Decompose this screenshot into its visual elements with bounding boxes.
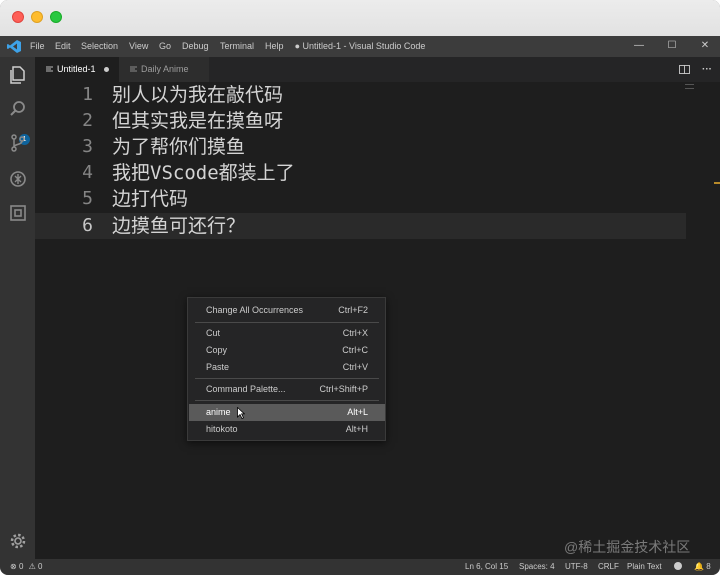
unsaved-dot-icon[interactable] [103, 67, 109, 73]
menu-item-change-all-occurrences[interactable]: Change All Occurrences Ctrl+F2 [189, 302, 385, 319]
error-count: 0 [18, 562, 24, 571]
menu-item-anime[interactable]: anime Alt+L [189, 404, 385, 421]
tab-label: Untitled-1 [57, 64, 96, 74]
menu-item-paste[interactable]: Paste Ctrl+V [189, 359, 385, 376]
split-editor-icon[interactable] [677, 63, 691, 77]
gear-icon[interactable] [8, 531, 28, 551]
line-number: 3 [82, 136, 93, 157]
close-window-button[interactable] [12, 11, 24, 23]
code-line[interactable]: 5 边打代码 [35, 186, 686, 212]
files-icon[interactable] [8, 65, 28, 85]
debug-icon[interactable] [8, 169, 28, 189]
menu-item-label: Command Palette... [206, 384, 286, 394]
line-text[interactable]: 我把VScode都装上了 [112, 160, 295, 186]
preview-icon [130, 66, 137, 72]
more-actions-icon[interactable]: ··· [700, 63, 714, 77]
language-mode[interactable]: Plain Text [627, 559, 662, 575]
line-text[interactable]: 边打代码 [112, 186, 188, 212]
menu-item-copy[interactable]: Copy Ctrl+C [189, 342, 385, 359]
close-icon[interactable]: ✕ [697, 39, 713, 53]
line-number: 1 [82, 84, 93, 105]
line-number: 5 [82, 188, 93, 209]
menu-item-label: Paste [206, 362, 230, 372]
line-text[interactable]: 别人以为我在敲代码 [112, 82, 283, 108]
cursor-position[interactable]: Ln 6, Col 15 [465, 559, 508, 575]
menubar: File Edit Selection View Go Debug Termin… [0, 36, 720, 57]
minimap-icon[interactable] [685, 84, 694, 89]
line-text[interactable]: 但其实我是在摸鱼呀 [112, 108, 283, 134]
menu-divider [195, 400, 379, 401]
notification-count: 8 [706, 562, 711, 571]
menu-item-shortcut: Alt+H [345, 424, 368, 434]
menu-item-cut[interactable]: Cut Ctrl+X [189, 325, 385, 342]
menu-item-command-palette[interactable]: Command Palette... Ctrl+Shift+P [189, 381, 385, 398]
menu-divider [195, 322, 379, 323]
menu-item-label: Copy [206, 345, 228, 355]
code-line-current[interactable]: 6 边摸鱼可还行？ [35, 213, 686, 239]
text-file-icon [46, 66, 53, 72]
code-line[interactable]: 4 我把VScode都装上了 [35, 160, 686, 186]
menu-file[interactable]: File [30, 41, 45, 52]
notifications[interactable]: 🔔 8 [694, 559, 711, 575]
warning-count: 0 [38, 562, 43, 571]
menu-edit[interactable]: Edit [55, 41, 71, 52]
search-icon[interactable] [8, 99, 28, 119]
zoom-window-button[interactable] [50, 11, 62, 23]
menu-item-shortcut: Ctrl+F2 [338, 305, 368, 315]
bell-icon: 🔔 [694, 562, 704, 571]
line-number: 4 [82, 162, 93, 183]
line-ending[interactable]: CRLF [598, 559, 619, 575]
indentation[interactable]: Spaces: 4 [519, 559, 555, 575]
vscode-window: File Edit Selection View Go Debug Termin… [0, 0, 720, 575]
tab-untitled-1[interactable]: Untitled-1 [35, 57, 119, 82]
tab-strip: Untitled-1 Daily Anime ··· [35, 57, 720, 82]
watermark: @稀土掘金技术社区 [564, 539, 691, 555]
scrollbar-marker[interactable] [714, 182, 720, 184]
menu-item-shortcut: Ctrl+V [342, 362, 368, 372]
error-icon: ⊗ [10, 562, 17, 571]
activity-bar: 1 [0, 57, 35, 559]
code-line[interactable]: 2 但其实我是在摸鱼呀 [35, 108, 686, 134]
warning-icon: ⚠ [28, 562, 36, 571]
menu-selection[interactable]: Selection [81, 41, 118, 52]
maximize-icon[interactable]: ☐ [664, 39, 680, 53]
menu-view[interactable]: View [129, 41, 148, 52]
status-bar: ⊗ 0 ⚠ 0 Ln 6, Col 15 Spaces: 4 UTF-8 CRL… [0, 559, 720, 575]
menu-item-shortcut: Alt+L [347, 407, 368, 417]
menu-item-shortcut: Ctrl+C [342, 345, 368, 355]
problems-indicator[interactable]: ⊗ 0 ⚠ 0 [10, 559, 42, 575]
code-line[interactable]: 3 为了帮你们摸鱼 [35, 134, 686, 160]
menu-divider [195, 378, 379, 379]
minimize-window-button[interactable] [31, 11, 43, 23]
menu-item-label: hitokoto [206, 424, 238, 434]
line-number: 6 [82, 215, 93, 236]
menu-go[interactable]: Go [159, 41, 171, 52]
line-number: 2 [82, 110, 93, 131]
feedback-icon[interactable] [674, 559, 682, 575]
context-menu: Change All Occurrences Ctrl+F2 Cut Ctrl+… [187, 297, 386, 441]
menu-item-hitokoto[interactable]: hitokoto Alt+H [189, 421, 385, 438]
tab-label: Daily Anime [141, 64, 189, 74]
source-control-icon[interactable] [8, 133, 28, 153]
vscode-logo-icon [7, 40, 21, 53]
tab-daily-anime[interactable]: Daily Anime [119, 57, 209, 82]
mac-title-bar [0, 0, 720, 37]
menu-item-label: Change All Occurrences [206, 305, 304, 315]
menu-item-shortcut: Ctrl+X [342, 328, 368, 338]
extensions-icon[interactable] [8, 203, 28, 223]
line-text[interactable]: 边摸鱼可还行？ [112, 213, 245, 239]
line-text[interactable]: 为了帮你们摸鱼 [112, 134, 245, 160]
menu-item-label: anime [206, 407, 231, 417]
menu-item-label: Cut [206, 328, 221, 338]
menu-debug[interactable]: Debug [182, 41, 209, 52]
mouse-pointer-icon [237, 407, 245, 419]
menu-item-shortcut: Ctrl+Shift+P [319, 384, 368, 394]
encoding[interactable]: UTF-8 [565, 559, 588, 575]
menu-help[interactable]: Help [265, 41, 284, 52]
code-line[interactable]: 1 别人以为我在敲代码 [35, 82, 686, 108]
menu-terminal[interactable]: Terminal [220, 41, 254, 52]
minimize-icon[interactable]: — [631, 39, 647, 53]
